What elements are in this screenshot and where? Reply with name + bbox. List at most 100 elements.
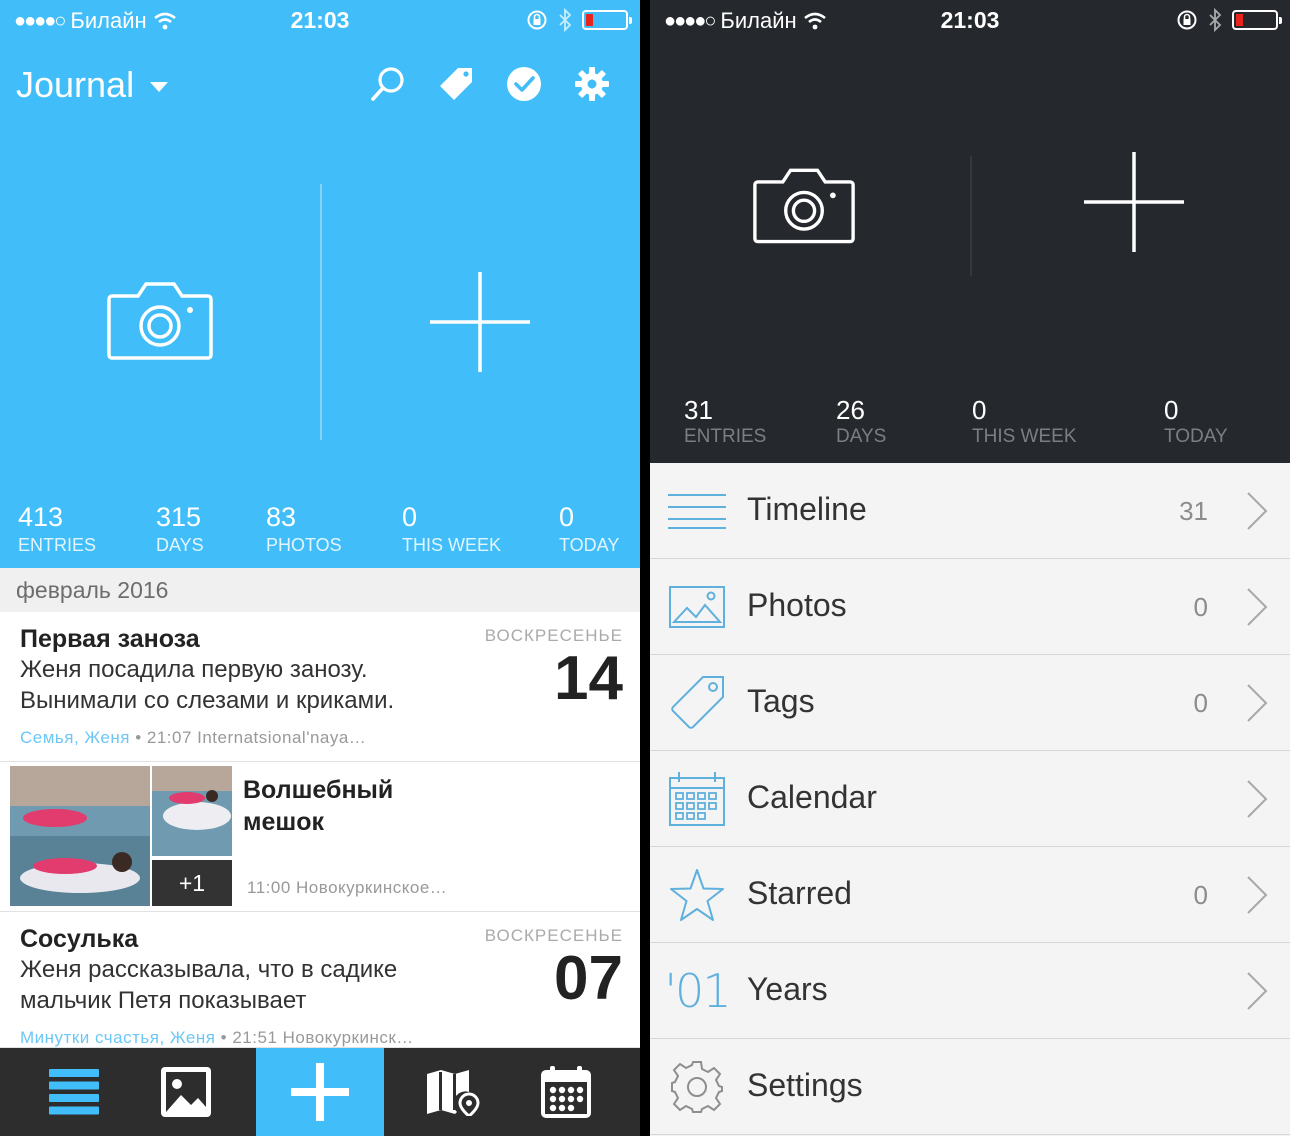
calendar-icon [669,772,725,826]
calendar-icon [541,1066,591,1118]
camera-button[interactable] [752,166,856,249]
gear-icon [671,1061,723,1113]
stat-value: 83 [266,502,297,532]
menu-item-count: 0 [1193,592,1208,622]
stat-value: 0 [972,395,987,425]
tag-icon [671,676,724,729]
screen-divider [640,0,650,1136]
menu-item-count: 0 [1193,880,1208,910]
stat-label: THIS WEEK [402,535,502,555]
stat-this-week: 0 THIS WEEK [972,394,1077,448]
chevron-right-icon [1247,780,1268,818]
menu-item-label: Calendar [747,779,877,815]
gear-icon [575,67,609,101]
entry-row[interactable]: Сосулька Женя рассказывала, что в садике… [0,912,640,1048]
stat-photos: 83 PHOTOS [266,500,342,556]
entry-title: Сосулька [20,925,139,953]
new-entry-button[interactable] [430,272,530,377]
entry-body: Женя посадила первую занозу. Вынимали со… [20,656,395,714]
photos-tab[interactable] [134,1048,238,1136]
entry-tags: Семья, Женя [20,728,130,747]
check-circle-icon [507,67,541,101]
lines-icon [668,494,726,529]
chevron-right-icon [1247,684,1268,722]
entry-tags: Минутки счастья, Женя [20,1028,216,1047]
stat-entries: 413 ENTRIES [18,500,96,556]
entry-day-number: 07 [554,944,623,1013]
plus-icon [291,1063,349,1121]
stat-value: 315 [156,502,202,532]
menu-item-settings[interactable]: Settings [650,1039,1290,1135]
entry-time-location: • 21:07 Internatsional'naya… [129,728,367,747]
chevron-right-icon [1247,876,1268,914]
menu-item-label: Tags [747,683,815,719]
new-entry-button[interactable] [1084,152,1184,257]
camera-button[interactable] [106,280,214,365]
bluetooth-icon [1209,8,1222,32]
stat-label: TODAY [559,535,620,555]
entry-photo[interactable] [152,766,232,856]
battery-icon [582,10,632,30]
entry-weekday: ВОСКРЕСЕНЬЕ [484,926,623,945]
star-icon [670,869,724,921]
journal-menu-screen: ●●●●○ Билайн 21:03 31 ENTRIES 26 DAYS 0 … [650,0,1290,1136]
status-bar: ●●●●○ Билайн 21:03 [0,0,640,42]
settings-button[interactable] [574,62,610,106]
add-entry-tab[interactable] [256,1048,384,1136]
more-photos-badge[interactable]: +1 [152,860,232,906]
entry-row[interactable]: Первая заноза Женя посадила первую заноз… [0,612,640,762]
bottom-tab-bar [0,1048,640,1136]
entry-title: Первая заноза [20,625,200,653]
stat-days: 26 DAYS [836,394,886,448]
entry-photo[interactable] [10,766,150,906]
photo-thumbnail [152,766,232,856]
menu-item-count: 31 [1179,496,1208,526]
menu-item-label: Years [747,971,828,1007]
map-tab[interactable] [402,1048,506,1136]
quick-actions-divider [970,156,972,276]
stat-value: 0 [559,502,575,532]
calendar-tab[interactable] [514,1048,618,1136]
stat-entries: 31 ENTRIES [684,394,766,448]
journal-selector[interactable]: Journal [16,64,169,106]
status-bar: ●●●●○ Билайн 21:03 [650,0,1290,42]
menu-item-starred[interactable]: Starred 0 [650,847,1290,943]
photo-thumbnail [10,766,150,906]
tags-button[interactable] [438,62,474,106]
entry-time-location: • 21:51 Новокуркинск… [215,1028,414,1047]
stat-label: THIS WEEK [972,426,1077,447]
chevron-down-icon [150,82,169,92]
rotation-lock-icon [527,10,547,30]
camera-icon [753,168,855,244]
journal-home-screen: ●●●●○ Билайн 21:03 Journal 413 ENTRIES 3… [0,0,640,1136]
menu-item-tags[interactable]: Tags 0 [650,655,1290,751]
plus-icon [1084,152,1184,252]
menu-item-timeline[interactable]: Timeline 31 [650,463,1290,559]
menu-item-label: Starred [747,875,852,911]
stat-value: 0 [402,502,418,532]
chevron-right-icon [1247,588,1268,626]
list-icon [49,1069,99,1115]
stat-label: DAYS [836,426,887,447]
menu-item-count: 0 [1193,688,1208,718]
entry-body: Женя рассказывала, что в садике мальчик … [20,956,398,1014]
menu-item-calendar[interactable]: Calendar [650,751,1290,847]
todo-button[interactable] [506,62,542,106]
chevron-right-icon [1247,492,1268,530]
stat-value: 26 [836,395,865,425]
plus-icon [430,272,530,372]
camera-icon [107,282,213,360]
timeline-tab[interactable] [22,1048,126,1136]
menu-item-years[interactable]: '01 Years [650,943,1290,1039]
stat-label: TODAY [1164,426,1228,447]
entry-title: Волшебный мешок [243,776,394,836]
quick-actions-divider [320,184,322,440]
entry-weekday: ВОСКРЕСЕНЬЕ [484,626,623,645]
search-button[interactable] [370,62,406,106]
photo-icon [161,1067,211,1117]
stat-value: 0 [1164,395,1179,425]
rotation-lock-icon [1177,10,1197,30]
entry-meta: Семья, Женя • 21:07 Internatsional'naya… [20,728,366,748]
stat-value: 31 [684,395,713,425]
menu-item-photos[interactable]: Photos 0 [650,559,1290,655]
